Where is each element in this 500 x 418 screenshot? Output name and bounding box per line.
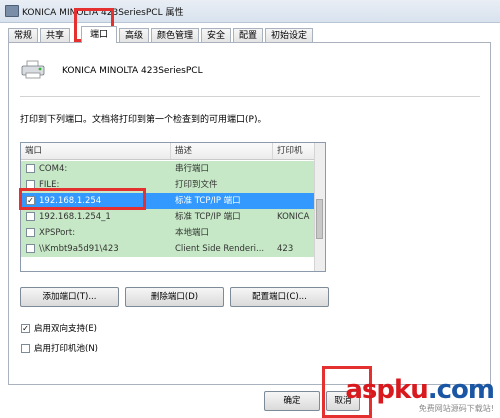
port-row-selected[interactable]: ✓ 192.168.1.254 标准 TCP/IP 端口 [21,193,317,209]
pooling-checkbox[interactable] [21,344,30,353]
port-row[interactable]: 192.168.1.254_1 标准 TCP/IP 端口 KONICA [21,209,317,225]
port-description: 串行端口 [175,164,210,174]
port-list-scrollbar[interactable] [314,143,325,271]
divider [20,96,480,97]
column-header-port[interactable]: 端口 [21,143,171,159]
port-list[interactable]: 端口 描述 打印机 COM4: 串行端口 FILE: 打印到文件 ✓ 192.1… [20,142,326,272]
watermark-logo: aspku.com [345,375,495,405]
window-title: KONICA MINOLTA 423SeriesPCL 属性 [22,8,184,18]
port-description: 打印到文件 [175,180,218,190]
pooling-label: 启用打印机池(N) [34,344,98,354]
bidirectional-checkbox[interactable]: ✓ [21,324,30,333]
tab-initial-settings[interactable]: 初始设定 [265,28,313,42]
bidirectional-label: 启用双向支持(E) [34,324,98,334]
port-checkbox[interactable] [26,244,35,253]
tab-configuration[interactable]: 配置 [233,28,263,42]
port-list-header: 端口 描述 打印机 [21,143,317,160]
port-instruction: 打印到下列端口。文档将打印到第一个检查到的可用端口(P)。 [20,115,267,125]
port-name: 192.168.1.254_1 [39,212,111,222]
port-description: 本地端口 [175,228,210,238]
port-row[interactable]: \\Kmbt9a5d91\423 Client Side Renderi... … [21,241,317,257]
delete-port-button[interactable]: 删除端口(D) [125,287,224,307]
printer-icon [21,60,45,79]
port-row[interactable]: COM4: 串行端口 [21,161,317,177]
port-name: 192.168.1.254 [39,196,102,206]
port-name: FILE: [39,180,60,190]
tab-general[interactable]: 常规 [8,28,38,42]
title-bar: KONICA MINOLTA 423SeriesPCL 属性 [0,0,500,23]
port-description: Client Side Renderi... [175,244,265,254]
port-name: XPSPort: [39,228,76,238]
port-name: COM4: [39,164,68,174]
port-checkbox[interactable] [26,180,35,189]
bidirectional-support-option[interactable]: ✓ 启用双向支持(E) [21,322,97,334]
port-printer: 423 [277,244,294,254]
scrollbar-thumb[interactable] [316,199,323,239]
tab-color-management[interactable]: 颜色管理 [151,28,199,42]
printer-pooling-option[interactable]: 启用打印机池(N) [21,342,98,354]
port-description: 标准 TCP/IP 端口 [175,196,241,206]
tab-security[interactable]: 安全 [201,28,231,42]
site-watermark: aspku.com 免费网站源码下载站! [345,375,495,414]
ok-button[interactable]: 确定 [264,391,320,411]
tab-sharing[interactable]: 共享 [40,28,70,42]
port-checkbox-checked[interactable]: ✓ [26,196,35,205]
tab-strip: 常规 共享 端口 高级 颜色管理 安全 配置 初始设定 [8,26,492,43]
printer-app-icon [5,5,19,17]
port-checkbox[interactable] [26,228,35,237]
port-name: \\Kmbt9a5d91\423 [39,244,119,254]
port-checkbox[interactable] [26,164,35,173]
tab-ports[interactable]: 端口 [81,26,117,43]
port-row[interactable]: FILE: 打印到文件 [21,177,317,193]
tab-advanced[interactable]: 高级 [119,28,149,42]
column-header-description[interactable]: 描述 [171,143,273,159]
port-description: 标准 TCP/IP 端口 [175,212,241,222]
column-header-printer[interactable]: 打印机 [273,143,317,159]
add-port-button[interactable]: 添加端口(T)... [20,287,119,307]
port-printer: KONICA [277,212,310,222]
printer-name: KONICA MINOLTA 423SeriesPCL [62,66,203,76]
port-checkbox[interactable] [26,212,35,221]
configure-port-button[interactable]: 配置端口(C)... [230,287,329,307]
port-row[interactable]: XPSPort: 本地端口 [21,225,317,241]
